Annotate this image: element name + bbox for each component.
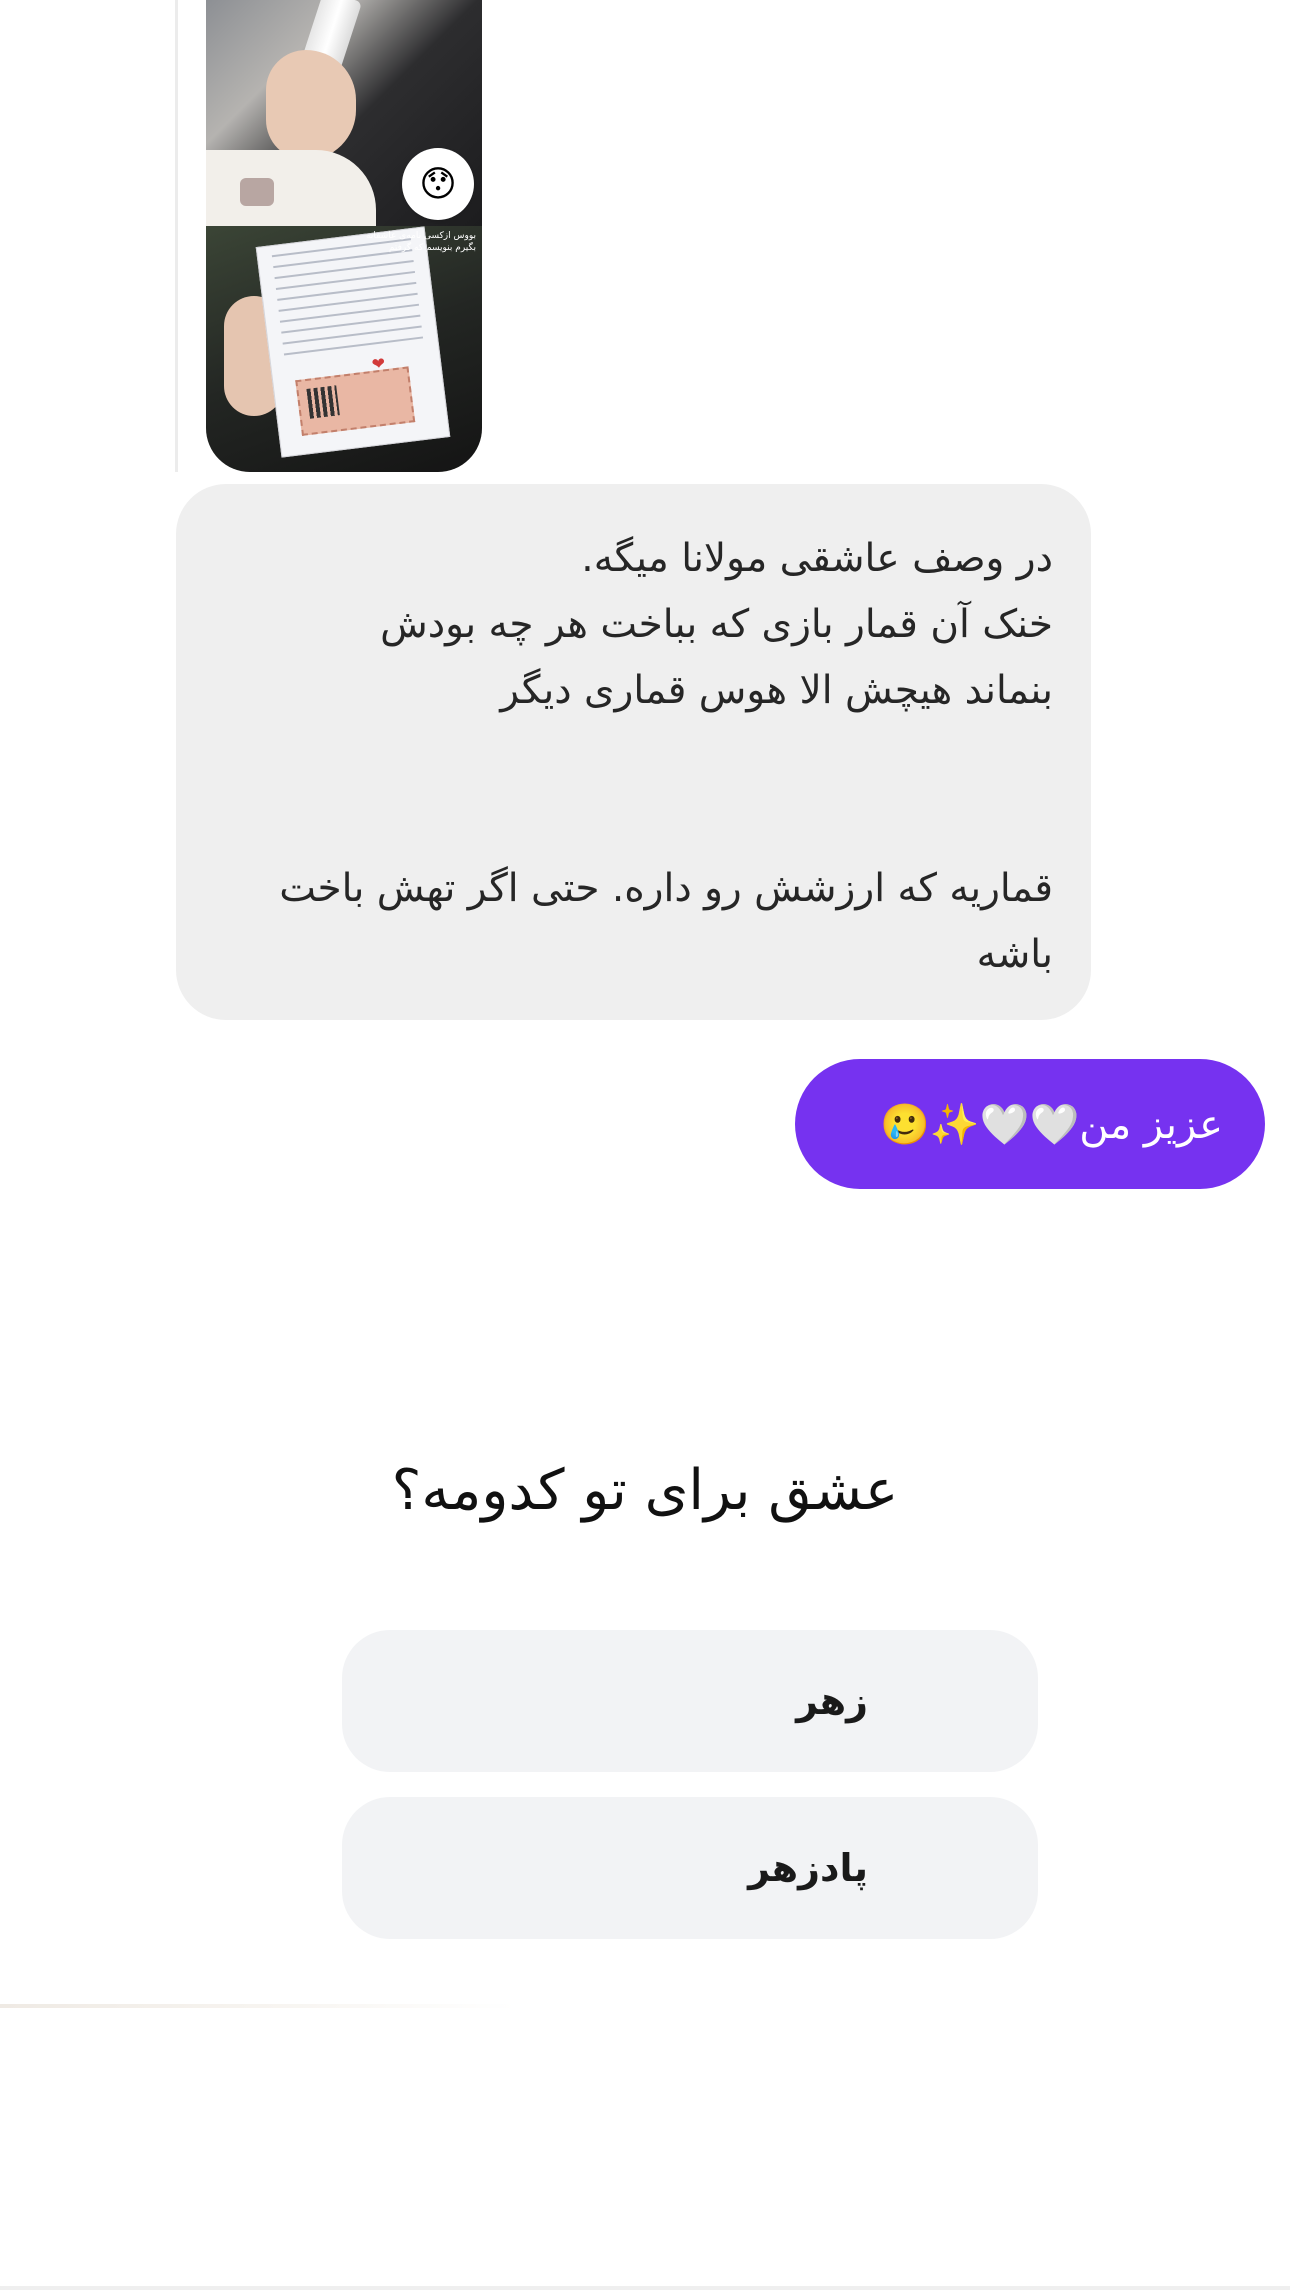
reaction-emoji[interactable]: 😯 <box>402 148 474 220</box>
poll-option-antidote[interactable]: پادزهر <box>342 1797 1038 1939</box>
post-caption: بووس ازکسی نامه‌ی عاشقانه بگیرم بنویسم ک… <box>366 231 476 253</box>
watch-graphic <box>240 178 274 206</box>
chat-screen: ❤ بووس ازکسی نامه‌ی عاشقانه بگیرم بنویسم… <box>0 0 1290 2293</box>
received-message-bubble[interactable]: در وصف عاشقی مولانا میگه. خنک آن قمار با… <box>176 484 1091 1020</box>
poll-option-label: زهر <box>796 1679 868 1723</box>
hand-graphic <box>266 50 356 160</box>
sent-message-bubble[interactable]: عزیز من🤍🤍✨🥲 <box>795 1059 1265 1189</box>
sent-message-text: عزیز من🤍🤍✨🥲 <box>880 1101 1223 1148</box>
divider <box>0 2004 1290 2008</box>
post-photo-bottom: ❤ بووس ازکسی نامه‌ی عاشقانه بگیرم بنویسم… <box>206 226 482 472</box>
love-letter-graphic: ❤ <box>255 226 451 458</box>
poll-option-poison[interactable]: زهر <box>342 1630 1038 1772</box>
divider <box>0 2286 1290 2290</box>
poll-option-label: پادزهر <box>748 1846 868 1890</box>
stamp-graphic <box>295 366 416 436</box>
qr-code-graphic <box>306 385 340 419</box>
shared-post-image[interactable]: ❤ بووس ازکسی نامه‌ی عاشقانه بگیرم بنویسم… <box>206 0 482 472</box>
poll-question: عشق برای تو کدومه؟ <box>391 1458 899 1523</box>
reply-thread-line <box>175 0 178 472</box>
